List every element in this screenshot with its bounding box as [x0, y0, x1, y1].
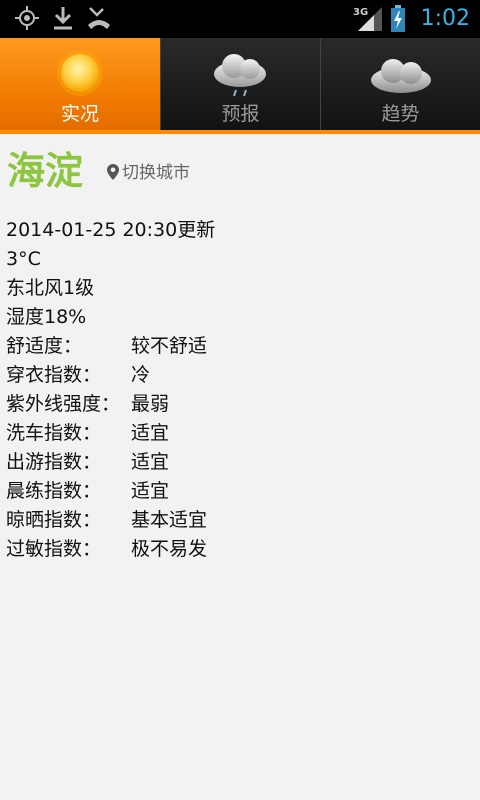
humidity: 湿度18% [6, 306, 87, 328]
location-pin-icon [107, 164, 119, 186]
index-comfort: 舒适度： 较不舒适 [6, 332, 215, 361]
index-value: 冷 [131, 364, 151, 386]
update-time: 2014-01-25 20:30更新 [6, 219, 216, 241]
index-value: 适宜 [131, 451, 170, 473]
index-allergy: 过敏指数： 极不易发 [6, 535, 215, 564]
tab-trend[interactable]: 趋势 [320, 38, 480, 130]
index-value: 适宜 [131, 480, 170, 502]
index-morning-exercise: 晨练指数： 适宜 [6, 477, 215, 506]
battery-icon [390, 5, 406, 37]
index-label: 洗车指数： [6, 422, 102, 444]
index-value: 最弱 [131, 393, 170, 415]
status-bar: 3G 1:02 [0, 0, 480, 38]
index-travel: 出游指数： 适宜 [6, 448, 215, 477]
tab-label: 趋势 [381, 103, 420, 125]
temperature: 3°C [6, 248, 41, 270]
rain-cloud-icon [206, 52, 276, 102]
index-value: 适宜 [131, 422, 170, 444]
index-label: 出游指数： [6, 451, 102, 473]
svg-text:3G: 3G [353, 7, 368, 18]
signal-icon: 3G [352, 4, 384, 36]
download-icon [52, 5, 74, 35]
missed-call-icon [86, 5, 112, 35]
index-label: 过敏指数： [6, 538, 102, 560]
index-dressing: 穿衣指数： 冷 [6, 361, 215, 390]
index-value: 极不易发 [131, 538, 208, 560]
tab-label: 实况 [60, 103, 99, 125]
index-label: 舒适度： [6, 335, 83, 357]
index-value: 较不舒适 [131, 335, 208, 357]
switch-city-label: 切换城市 [122, 163, 190, 183]
tab-underline [0, 130, 480, 134]
tab-bar: 实况 预报 趋势 [0, 38, 480, 130]
clock: 1:02 [420, 6, 470, 31]
tab-forecast[interactable]: 预报 [160, 38, 320, 130]
city-name: 海淀 [7, 149, 84, 193]
tab-current[interactable]: 实况 [0, 38, 160, 130]
gps-icon [14, 5, 40, 35]
city-header: 海淀 切换城市 [7, 148, 467, 196]
index-value: 基本适宜 [131, 509, 208, 531]
sun-icon [55, 48, 105, 102]
wind: 东北风1级 [6, 277, 95, 299]
switch-city-button[interactable]: 切换城市 [107, 162, 190, 186]
index-drying: 晾晒指数： 基本适宜 [6, 506, 215, 535]
index-car-wash: 洗车指数： 适宜 [6, 419, 215, 448]
index-label: 晾晒指数： [6, 509, 102, 531]
index-label: 晨练指数： [6, 480, 102, 502]
index-label: 紫外线强度： [6, 393, 121, 415]
index-uv: 紫外线强度： 最弱 [6, 390, 215, 419]
weather-info: 2014-01-25 20:30更新 3°C 东北风1级 湿度18% 舒适度： 较… [6, 216, 215, 564]
index-label: 穿衣指数： [6, 364, 102, 386]
tab-label: 预报 [221, 103, 260, 125]
cloud-icon [365, 54, 437, 102]
